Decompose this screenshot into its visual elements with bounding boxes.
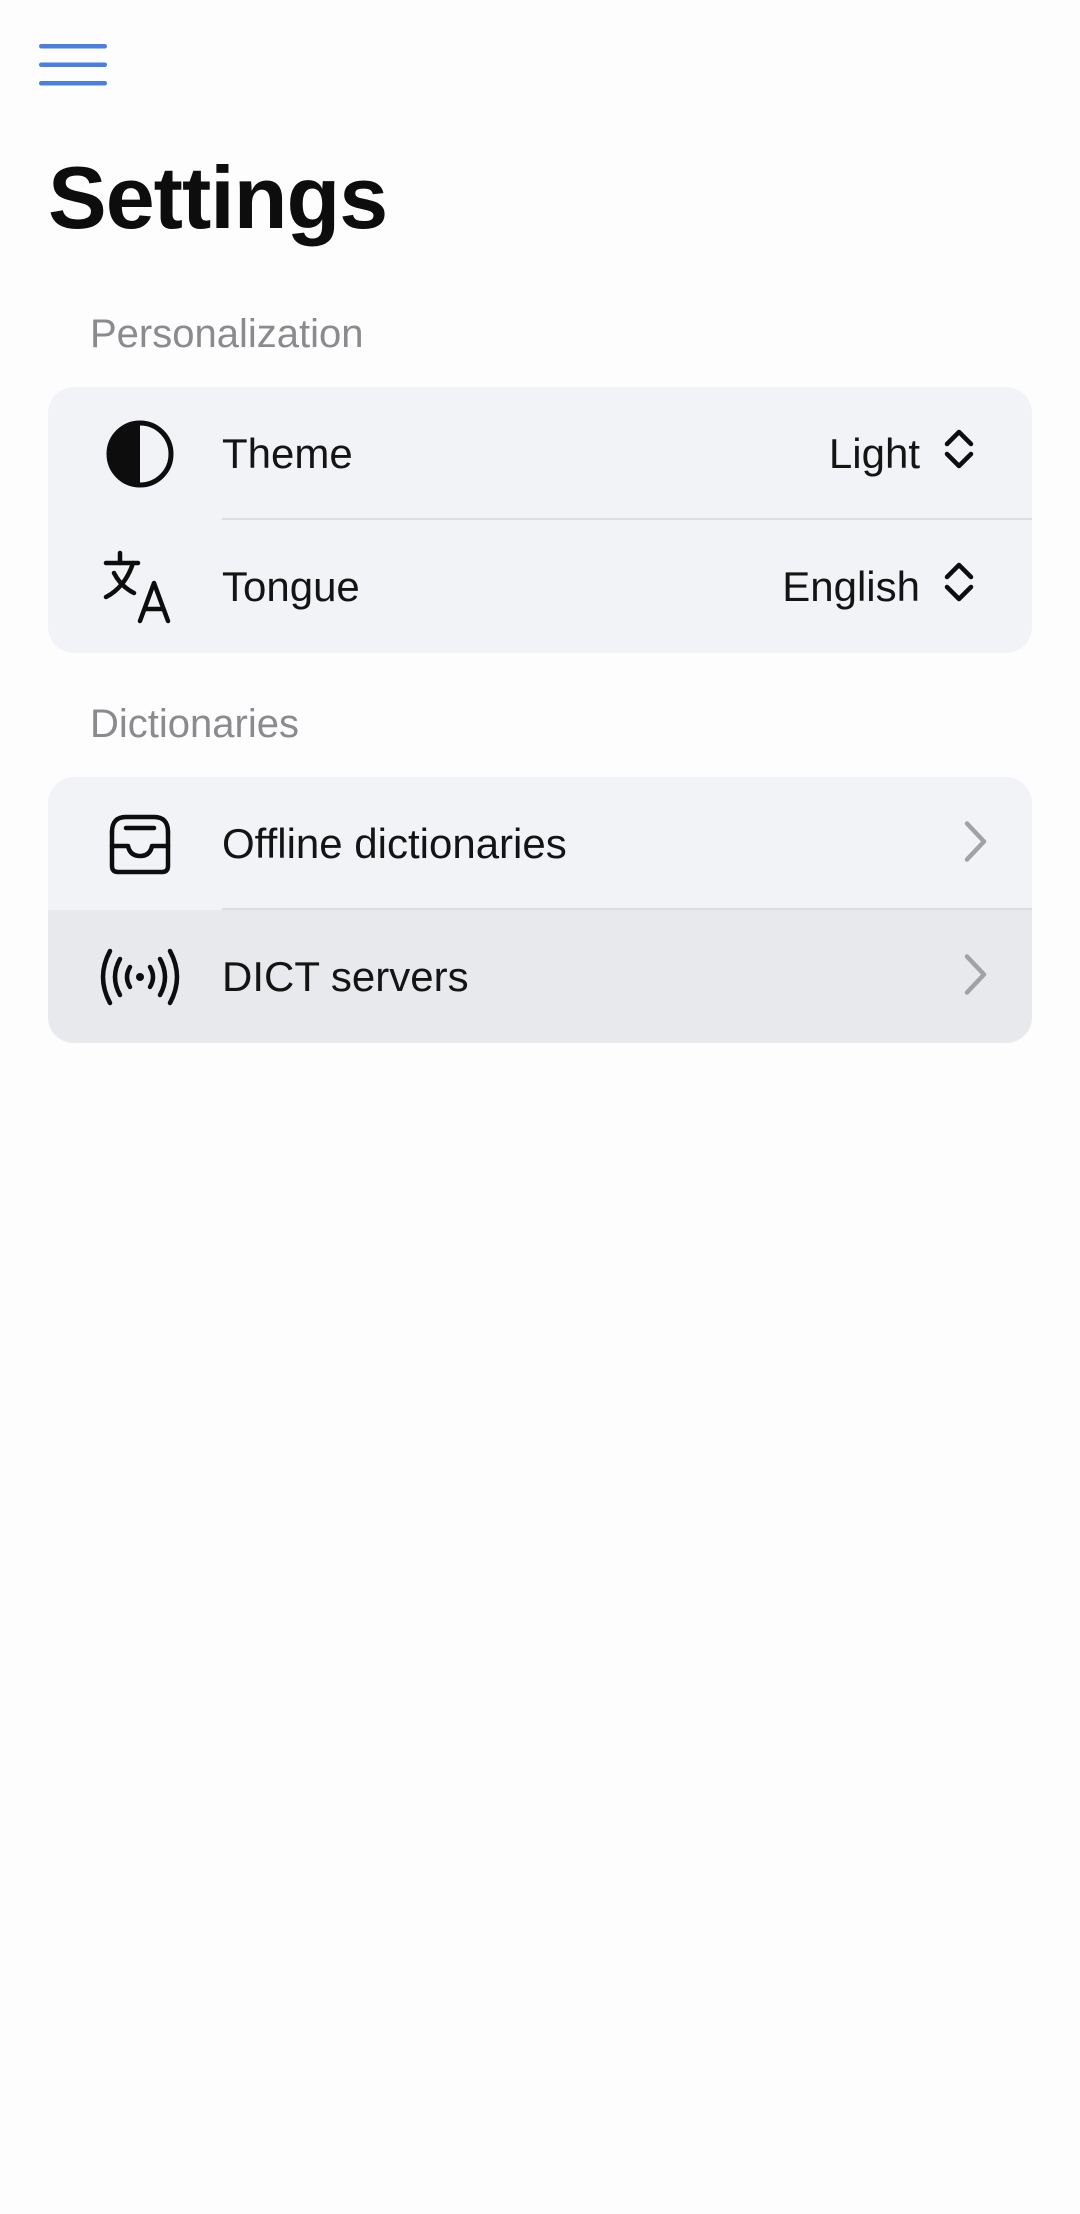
offline-dictionaries-label: Offline dictionaries [222,819,567,867]
up-down-chevron-icon [942,560,976,614]
translate-icon [98,545,182,629]
section-header-personalization: Personalization [90,312,364,356]
tongue-row[interactable]: Tongue English [48,520,1032,653]
theme-selector[interactable]: Light [829,427,976,481]
dictionaries-group: Offline dictionaries DICT servers [48,777,1032,1043]
chevron-right-icon [962,952,988,1001]
chevron-right-icon [962,819,988,868]
tongue-selector[interactable]: English [782,560,976,614]
settings-screen: Settings Personalization Theme Light Ton… [0,0,1080,2214]
section-header-dictionaries: Dictionaries [90,702,299,746]
theme-value: Light [828,429,920,477]
hamburger-menu-icon [37,41,109,89]
half-circle-contrast-icon [98,412,182,496]
menu-button[interactable] [28,30,118,100]
tongue-label: Tongue [222,562,360,610]
dict-servers-row[interactable]: DICT servers [48,910,1032,1043]
personalization-group: Theme Light Tongue English [48,387,1032,653]
broadcast-signal-icon [98,935,182,1019]
dict-servers-label: DICT servers [222,952,469,1000]
tongue-value: English [782,562,920,610]
theme-row[interactable]: Theme Light [48,387,1032,520]
inbox-tray-icon [98,802,182,886]
up-down-chevron-icon [942,427,976,481]
theme-label: Theme [222,429,353,477]
page-title: Settings [48,148,388,247]
offline-dictionaries-row[interactable]: Offline dictionaries [48,777,1032,910]
